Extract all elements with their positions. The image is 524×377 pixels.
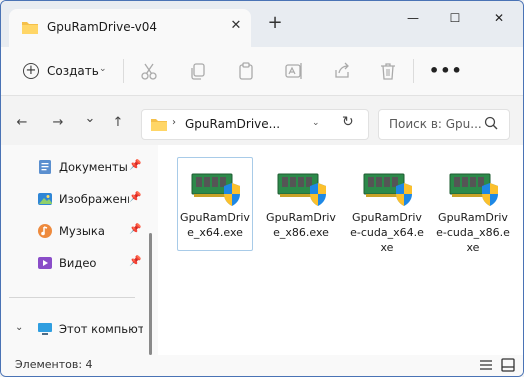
status-bar: Элементов: 4 [1, 355, 523, 376]
sidebar-item-label: Этот компьютер [59, 322, 143, 336]
content-area: Документы 📌 Изображения 📌 [1, 145, 523, 355]
explorer-window: GpuRamDrive-v04 ✕ + — ☐ ✕ + Создать ⌄ ••… [0, 0, 524, 377]
sidebar-item-video[interactable]: Видео 📌 [1, 251, 151, 275]
breadcrumb-separator: › [172, 117, 176, 128]
computer-icon [38, 323, 52, 335]
title-bar: GpuRamDrive-v04 ✕ + — ☐ ✕ [1, 1, 523, 47]
sidebar-item-label: Документы [59, 160, 128, 174]
documents-icon [39, 160, 51, 174]
exe-icon [277, 173, 326, 206]
toolbar-divider [413, 59, 414, 83]
new-tab-button[interactable]: + [265, 13, 285, 33]
tab-gpuramdrive[interactable]: GpuRamDrive-v04 ✕ [9, 9, 251, 47]
sidebar-scrollbar[interactable] [149, 233, 152, 355]
minimize-button[interactable]: — [393, 7, 433, 29]
chevron-down-icon[interactable]: ⌄ [15, 322, 23, 333]
create-button[interactable]: + Создать ⌄ [15, 57, 113, 85]
address-dropdown-icon[interactable]: ⌄ [312, 118, 320, 128]
more-options-icon[interactable]: ••• [429, 61, 463, 80]
address-bar[interactable]: › GpuRamDrive... ⌄ ↻ [141, 109, 369, 140]
rename-icon[interactable] [283, 60, 305, 82]
navigation-pane[interactable]: Документы 📌 Изображения 📌 [1, 145, 158, 355]
sidebar-item-documents[interactable]: Документы 📌 [1, 155, 151, 179]
sidebar-item-label: Изображения [59, 192, 129, 206]
file-item[interactable]: GpuRamDrive_x64.exe [177, 157, 253, 251]
pictures-icon [38, 193, 52, 205]
close-button[interactable]: ✕ [479, 7, 519, 29]
search-icon[interactable] [483, 115, 499, 131]
paste-icon[interactable] [235, 60, 257, 82]
exe-icon [191, 173, 240, 206]
sidebar-item-pictures[interactable]: Изображения 📌 [1, 187, 151, 211]
sidebar-item-music[interactable]: Музыка 📌 [1, 219, 151, 243]
file-item[interactable]: GpuRamDrive-cuda_x64.exe [349, 157, 425, 254]
tab-title: GpuRamDrive-v04 [47, 20, 158, 34]
back-button[interactable]: ← [11, 115, 33, 135]
file-name: GpuRamDrive_x86.exe [266, 211, 336, 239]
sidebar-divider [9, 297, 135, 298]
delete-icon[interactable] [377, 60, 399, 82]
chevron-down-icon: ⌄ [99, 64, 107, 74]
file-name: GpuRamDrive-cuda_x86.exe [436, 211, 510, 254]
breadcrumb[interactable]: GpuRamDrive... [185, 117, 280, 131]
file-list: GpuRamDrive_x64.exe GpuRamDrive_x86.exe [158, 145, 523, 355]
share-icon[interactable] [331, 60, 353, 82]
pin-icon: 📌 [129, 192, 142, 203]
command-bar: + Создать ⌄ ••• [1, 47, 523, 96]
cut-icon[interactable] [138, 60, 160, 82]
refresh-button[interactable]: ↻ [342, 114, 354, 130]
sidebar-item-label: Музыка [59, 224, 105, 238]
pin-icon: 📌 [129, 256, 142, 267]
file-item[interactable]: GpuRamDrive_x86.exe [263, 157, 339, 251]
recent-locations-button[interactable]: ⌄ [79, 111, 101, 131]
file-name: GpuRamDrive_x64.exe [180, 211, 250, 239]
create-label: Создать [47, 64, 99, 78]
up-button[interactable]: ↑ [107, 115, 129, 135]
sidebar-item-label: Видео [59, 256, 97, 270]
file-item[interactable]: GpuRamDrive-cuda_x86.exe [435, 157, 511, 254]
pin-icon: 📌 [129, 160, 142, 171]
forward-button[interactable]: → [47, 115, 69, 135]
search-placeholder: Поиск в: Gpu... [389, 117, 482, 131]
video-icon [38, 257, 52, 269]
maximize-button[interactable]: ☐ [435, 7, 475, 29]
music-icon [38, 224, 52, 238]
search-input[interactable]: Поиск в: Gpu... [378, 109, 510, 140]
exe-icon [363, 173, 412, 206]
copy-icon[interactable] [187, 60, 209, 82]
large-icons-view-icon[interactable] [501, 358, 515, 372]
item-count: Элементов: 4 [15, 358, 93, 371]
tab-close-icon[interactable]: ✕ [227, 17, 245, 35]
exe-icon [449, 173, 498, 206]
folder-icon [22, 22, 38, 34]
toolbar-divider [123, 59, 124, 83]
sidebar-item-this-pc[interactable]: ⌄ Этот компьютер [1, 317, 151, 341]
pin-icon: 📌 [129, 224, 142, 235]
file-name: GpuRamDrive-cuda_x64.exe [350, 211, 424, 254]
folder-icon [151, 119, 167, 131]
details-view-icon[interactable] [479, 358, 493, 372]
plus-circle-icon: + [23, 63, 39, 79]
